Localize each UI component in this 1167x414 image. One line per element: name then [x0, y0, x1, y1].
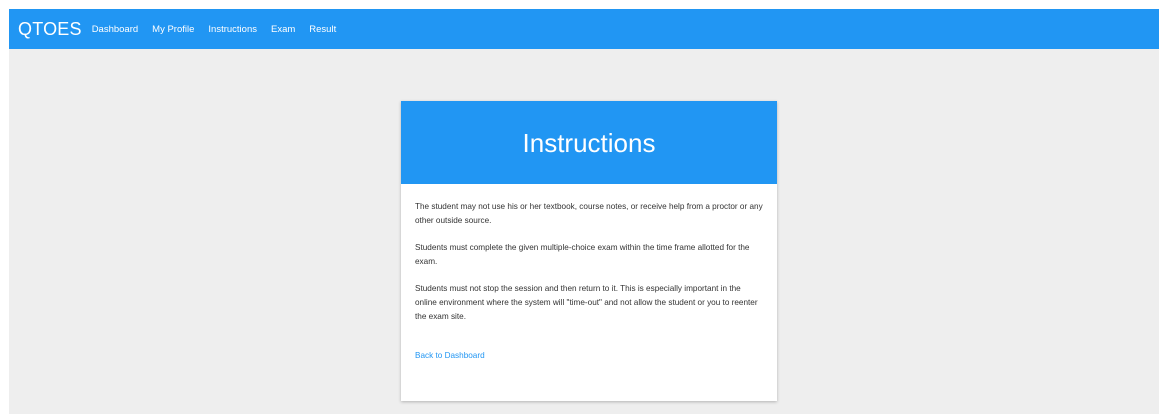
- instructions-card: Instructions The student may not use his…: [401, 101, 777, 401]
- top-navbar: QTOES Dashboard My Profile Instructions …: [9, 9, 1159, 49]
- back-to-dashboard-link[interactable]: Back to Dashboard: [415, 351, 485, 360]
- brand-logo[interactable]: QTOES: [18, 19, 82, 40]
- nav-link-my-profile[interactable]: My Profile: [152, 24, 194, 35]
- nav-link-instructions[interactable]: Instructions: [208, 24, 257, 35]
- app-frame: QTOES Dashboard My Profile Instructions …: [9, 9, 1159, 414]
- instruction-paragraph: Students must not stop the session and t…: [415, 284, 758, 321]
- nav-link-dashboard[interactable]: Dashboard: [92, 24, 138, 35]
- nav-link-result[interactable]: Result: [309, 24, 336, 35]
- page-title: Instructions: [522, 128, 656, 158]
- card-body: The student may not use his or her textb…: [401, 184, 777, 363]
- card-header: Instructions: [401, 101, 777, 184]
- instruction-paragraph: The student may not use his or her textb…: [415, 202, 763, 225]
- nav-link-exam[interactable]: Exam: [271, 24, 295, 35]
- instruction-paragraph: Students must complete the given multipl…: [415, 243, 750, 266]
